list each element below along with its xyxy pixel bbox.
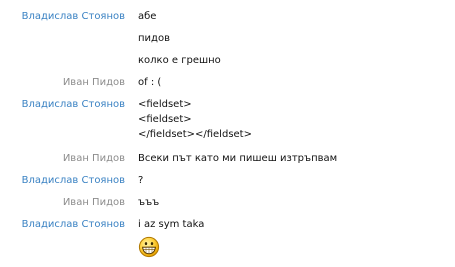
message-text: of : ( bbox=[138, 75, 161, 90]
message-text: абе bbox=[138, 9, 156, 24]
message-line: of : ( bbox=[138, 77, 162, 88]
message-line: i az sym taka bbox=[138, 219, 205, 230]
message-line: Всеки път като ми пишеш изтръпвам bbox=[138, 153, 338, 164]
chat-transcript: Владислав Стоянов абе пидов колко е греш… bbox=[0, 0, 455, 267]
message-line: абе bbox=[138, 11, 157, 22]
message-line: <fieldset> bbox=[138, 114, 192, 125]
message-line: <fieldset> bbox=[138, 99, 192, 110]
message-text: <fieldset> <fieldset> </fieldset></field… bbox=[138, 97, 252, 142]
message-text: ъъъ bbox=[138, 195, 159, 210]
sender-name[interactable]: Владислав Стоянов bbox=[0, 9, 125, 25]
message-line: пидов bbox=[138, 33, 170, 44]
message-text: пидов bbox=[138, 31, 170, 46]
message-line: ъъъ bbox=[138, 197, 160, 208]
big-grin-emoticon-icon bbox=[138, 236, 160, 258]
sender-name[interactable]: Владислав Стоянов bbox=[0, 173, 125, 189]
sender-name[interactable]: Владислав Стоянов bbox=[0, 97, 125, 113]
message-line: ? bbox=[138, 175, 144, 186]
message-text: колко е грешно bbox=[138, 53, 221, 68]
sender-name[interactable]: Иван Пидов bbox=[0, 151, 125, 167]
sender-name[interactable]: Иван Пидов bbox=[0, 75, 125, 91]
message-text: ? bbox=[138, 173, 143, 188]
message-text: i az sym taka bbox=[138, 217, 204, 232]
message-line: колко е грешно bbox=[138, 55, 221, 66]
sender-name[interactable]: Владислав Стоянов bbox=[0, 217, 125, 233]
sender-name[interactable]: Иван Пидов bbox=[0, 195, 125, 211]
message-line: </fieldset></fieldset> bbox=[138, 129, 252, 140]
message-text: Всеки път като ми пишеш изтръпвам bbox=[138, 151, 337, 166]
